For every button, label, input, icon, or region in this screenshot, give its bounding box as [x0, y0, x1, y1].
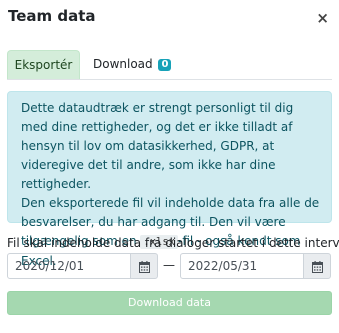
dialog-title: Team data	[8, 7, 96, 25]
date-to-input[interactable]: 2022/05/31	[180, 253, 304, 279]
date-to-group: 2022/05/31	[180, 253, 331, 279]
info-paragraph-privacy: Dette dataudtræk er strengt personligt t…	[21, 101, 294, 191]
download-count-badge: 0	[158, 59, 172, 71]
tab-export[interactable]: Eksportér	[7, 50, 80, 79]
date-range-separator: —	[163, 258, 175, 272]
interval-label: Fil skal indeholde data fra dialoger sta…	[7, 236, 339, 250]
date-from-calendar-button[interactable]	[130, 253, 158, 279]
dialog-header: Team data ×	[0, 0, 339, 38]
date-to-calendar-button[interactable]	[303, 253, 331, 279]
download-data-button[interactable]: Download data	[7, 291, 332, 315]
tab-export-label: Eksportér	[14, 58, 73, 72]
date-from-group: 2020/12/01	[7, 253, 158, 279]
tab-download-label: Download	[93, 57, 153, 71]
tab-download[interactable]: Download 0	[89, 50, 179, 79]
info-alert: Dette dataudtræk er strengt personligt t…	[7, 91, 332, 268]
close-icon[interactable]: ×	[316, 9, 329, 27]
calendar-icon	[312, 261, 323, 273]
calendar-icon	[139, 261, 150, 273]
date-from-input[interactable]: 2020/12/01	[7, 253, 131, 279]
tab-bar: Eksportér Download 0	[7, 50, 332, 80]
